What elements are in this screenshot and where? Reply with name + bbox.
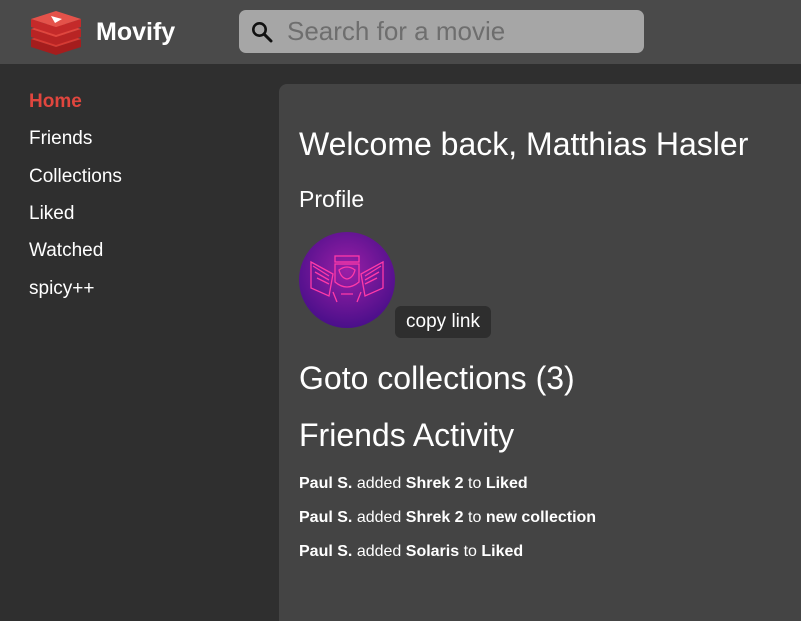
activity-prep: to: [463, 543, 477, 560]
activity-prep: to: [468, 509, 482, 526]
activity-movie[interactable]: Shrek 2: [406, 509, 464, 526]
sidebar-item-watched[interactable]: Watched: [29, 239, 103, 263]
avatar: [299, 232, 395, 328]
page-title: Welcome back, Matthias Hasler: [299, 126, 749, 162]
friends-activity-heading: Friends Activity: [299, 417, 515, 453]
activity-item: Paul S. added Shrek 2 to Liked: [299, 474, 528, 494]
sidebar-item-liked[interactable]: Liked: [29, 202, 74, 226]
activity-verb: added: [356, 543, 402, 560]
sidebar-item-collections[interactable]: Collections: [29, 165, 122, 189]
main-panel: Welcome back, Matthias Hasler Profile co…: [279, 84, 801, 621]
search-input[interactable]: [287, 10, 632, 53]
crest-avatar-icon: [299, 232, 395, 328]
sidebar-item-spicy[interactable]: spicy++: [29, 277, 94, 301]
activity-target[interactable]: Liked: [481, 543, 523, 560]
activity-movie[interactable]: Solaris: [406, 543, 459, 560]
activity-user[interactable]: Paul S.: [299, 475, 352, 492]
app-name[interactable]: Movify: [96, 17, 175, 47]
goto-collections-link[interactable]: Goto collections (3): [299, 359, 575, 397]
activity-user[interactable]: Paul S.: [299, 509, 352, 526]
search-icon: [252, 22, 273, 43]
activity-movie[interactable]: Shrek 2: [406, 475, 464, 492]
top-bar: Movify: [0, 0, 801, 64]
activity-prep: to: [468, 475, 482, 492]
app-logo-icon[interactable]: [29, 9, 83, 55]
activity-target[interactable]: new collection: [486, 509, 596, 526]
sidebar-item-home[interactable]: Home: [29, 90, 82, 114]
search-box[interactable]: [239, 10, 644, 53]
activity-verb: added: [356, 509, 402, 526]
activity-verb: added: [356, 475, 402, 492]
profile-heading: Profile: [299, 186, 365, 212]
sidebar-item-friends[interactable]: Friends: [29, 127, 92, 151]
activity-user[interactable]: Paul S.: [299, 543, 352, 560]
copy-link-button[interactable]: copy link: [395, 306, 491, 338]
activity-item: Paul S. added Solaris to Liked: [299, 542, 523, 562]
activity-target[interactable]: Liked: [486, 475, 528, 492]
sidebar-nav: Home Friends Collections Liked Watched s…: [0, 64, 279, 621]
activity-item: Paul S. added Shrek 2 to new collection: [299, 508, 596, 528]
